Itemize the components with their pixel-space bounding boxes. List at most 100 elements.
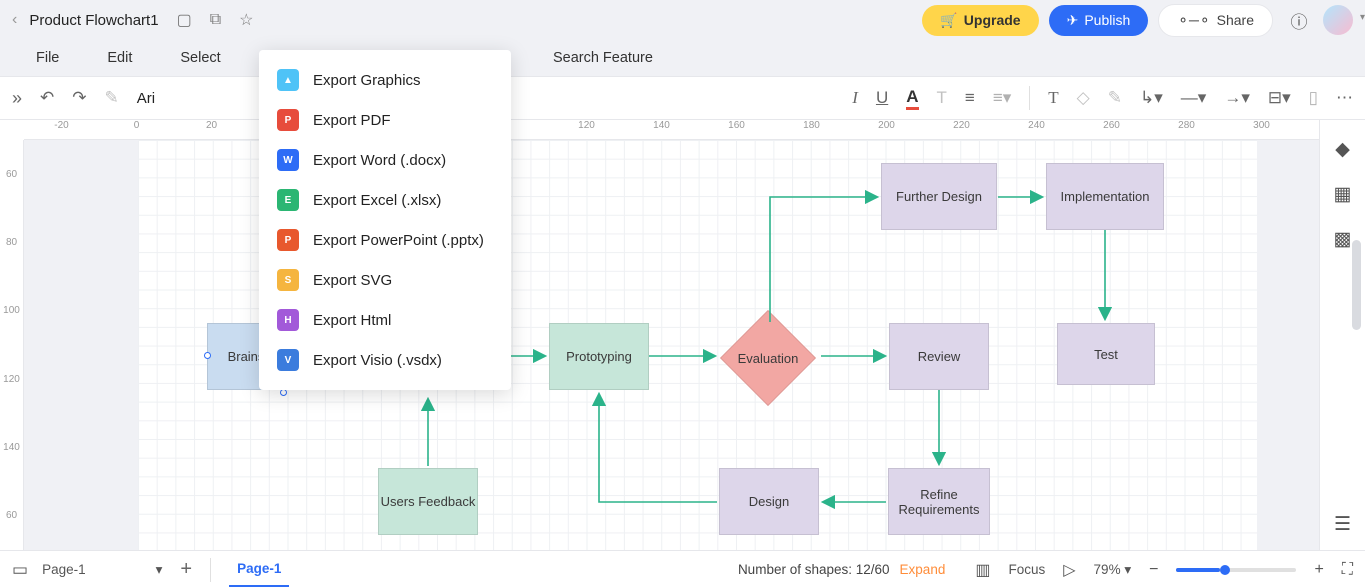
paint-bucket-icon[interactable]: ◆ [1335, 138, 1350, 161]
format-painter-icon[interactable]: ✎ [105, 88, 119, 108]
fill-icon[interactable]: ◇ [1077, 88, 1090, 108]
node-prototyping[interactable]: Prototyping [549, 323, 649, 390]
export-menu-item[interactable]: HExport Html [259, 300, 511, 340]
export-menu-label: Export Graphics [313, 72, 421, 89]
pen-icon[interactable]: ✎ [1108, 88, 1122, 108]
fullscreen-icon[interactable]: ⛶ [1342, 561, 1353, 579]
export-menu-label: Export Visio (.vsdx) [313, 352, 442, 369]
share-icon: ⚬─⚬ [1177, 12, 1210, 29]
scrollbar[interactable] [1352, 240, 1361, 330]
export-menu-label: Export Excel (.xlsx) [313, 192, 441, 209]
list-icon[interactable]: ☰ [1334, 513, 1351, 536]
node-users-feedback-label: Users Feedback [381, 494, 476, 509]
back-icon[interactable]: ‹ [12, 11, 17, 29]
file-type-icon: H [277, 309, 299, 331]
zoom-slider[interactable] [1176, 568, 1296, 572]
menu-edit[interactable]: Edit [107, 50, 132, 66]
open-external-icon[interactable]: ⧉ [210, 11, 221, 29]
export-menu-label: Export SVG [313, 272, 392, 289]
expand-link[interactable]: Expand [900, 562, 946, 577]
export-menu-item[interactable]: EExport Excel (.xlsx) [259, 180, 511, 220]
file-type-icon: P [277, 229, 299, 251]
right-sidebar: ◆ ▦ ▩ ☰ [1319, 120, 1365, 550]
text-case-icon[interactable]: T [937, 88, 947, 108]
page-select[interactable]: Page-1 ▾ [42, 562, 162, 578]
node-review[interactable]: Review [889, 323, 989, 390]
workspace: -20020120140160180200220240260280300 608… [0, 120, 1319, 550]
layout-icon[interactable]: ▯ [1309, 88, 1318, 108]
export-menu-item[interactable]: P Export PowerPoint (.pptx) [259, 220, 511, 260]
play-icon[interactable]: ▷ [1063, 560, 1075, 580]
more-icon[interactable]: ⋯ [1336, 88, 1353, 108]
save-icon[interactable]: ▢ [177, 10, 192, 30]
settings-panel-icon[interactable]: ▦ [1334, 183, 1352, 206]
file-type-icon: ▲ [277, 69, 299, 91]
add-page-button[interactable]: + [180, 558, 192, 581]
align-icon[interactable]: ≡ [965, 88, 975, 108]
help-button[interactable]: ⓘ [1285, 6, 1313, 34]
connector-style-icon[interactable]: ↳▾ [1140, 88, 1163, 108]
expand-panel-icon[interactable]: » [12, 88, 22, 109]
node-test[interactable]: Test [1057, 323, 1155, 385]
publish-button[interactable]: ✈Publish [1049, 5, 1149, 36]
node-review-label: Review [918, 349, 961, 364]
node-users-feedback[interactable]: Users Feedback [378, 468, 478, 535]
layers-icon[interactable]: ▥ [975, 560, 990, 580]
node-further-design[interactable]: Further Design [881, 163, 997, 230]
menu-select[interactable]: Select [180, 50, 220, 66]
node-design[interactable]: Design [719, 468, 819, 535]
share-button[interactable]: ⚬─⚬ Share [1158, 4, 1273, 37]
zoom-in-icon[interactable]: + [1314, 561, 1323, 579]
node-design-label: Design [749, 494, 789, 509]
node-implementation[interactable]: Implementation [1046, 163, 1164, 230]
focus-label[interactable]: Focus [1008, 562, 1045, 577]
shapes-count: Number of shapes: 12/60 [738, 562, 890, 577]
selection-handle[interactable] [204, 352, 211, 359]
canvas[interactable]: Brains Prototyping Evaluation Review Fur… [24, 140, 1319, 550]
qr-icon[interactable]: ▩ [1334, 228, 1352, 251]
share-label: Share [1217, 12, 1254, 28]
export-menu-item[interactable]: SExport SVG [259, 260, 511, 300]
zoom-value[interactable]: 79% ▾ [1094, 562, 1132, 578]
export-menu-item[interactable]: ▲ Export Graphics [259, 60, 511, 100]
export-menu-label: Export PowerPoint (.pptx) [313, 232, 484, 249]
menu-search-feature[interactable]: Search Feature [553, 50, 653, 66]
node-prototyping-label: Prototyping [566, 349, 632, 364]
selection-handle[interactable] [280, 389, 287, 396]
zoom-out-icon[interactable]: − [1149, 561, 1158, 579]
undo-icon[interactable]: ↶ [40, 88, 54, 108]
avatar[interactable] [1323, 5, 1353, 35]
file-type-icon: W [277, 149, 299, 171]
node-refine[interactable]: Refine Requirements [888, 468, 990, 535]
export-menu-item[interactable]: PExport PDF [259, 100, 511, 140]
upgrade-button[interactable]: 🛒Upgrade [922, 5, 1038, 36]
export-menu-label: Export PDF [313, 112, 391, 129]
export-menu-label: Export Word (.docx) [313, 152, 446, 169]
export-menu: ▲Export GraphicsPExport PDFWExport Word … [259, 50, 511, 390]
export-menu-item[interactable]: V Export Visio (.vsdx) [259, 340, 511, 380]
menu-file[interactable]: File [36, 50, 59, 66]
pages-icon[interactable]: ▭ [12, 560, 28, 580]
node-further-design-label: Further Design [896, 189, 982, 204]
publish-label: Publish [1084, 12, 1130, 28]
text-tool-icon[interactable]: T [1048, 88, 1058, 108]
node-evaluation[interactable]: Evaluation [734, 324, 802, 392]
arrow-style-icon[interactable]: →▾ [1224, 88, 1250, 108]
star-icon[interactable]: ☆ [239, 10, 253, 30]
spacing-icon[interactable]: ⊟▾ [1268, 88, 1291, 108]
line-style-icon[interactable]: —▾ [1181, 88, 1207, 108]
page-select-label: Page-1 [42, 562, 86, 577]
file-type-icon: V [277, 349, 299, 371]
font-name[interactable]: Ari [137, 90, 155, 107]
page-tab[interactable]: Page-1 [229, 552, 289, 587]
line-spacing-icon[interactable]: ≡▾ [993, 88, 1011, 108]
font-color-icon[interactable]: A [906, 87, 918, 110]
node-test-label: Test [1094, 347, 1118, 362]
node-evaluation-label: Evaluation [734, 324, 802, 392]
redo-icon[interactable]: ↷ [72, 88, 86, 108]
underline-icon[interactable]: U [876, 88, 888, 108]
italic-icon[interactable]: I [852, 88, 858, 108]
chevron-down-icon: ▾ [156, 562, 163, 578]
export-menu-item[interactable]: W Export Word (.docx) [259, 140, 511, 180]
menu-bar: File Edit Select Hidden Hidden Symbol Se… [0, 40, 1365, 76]
